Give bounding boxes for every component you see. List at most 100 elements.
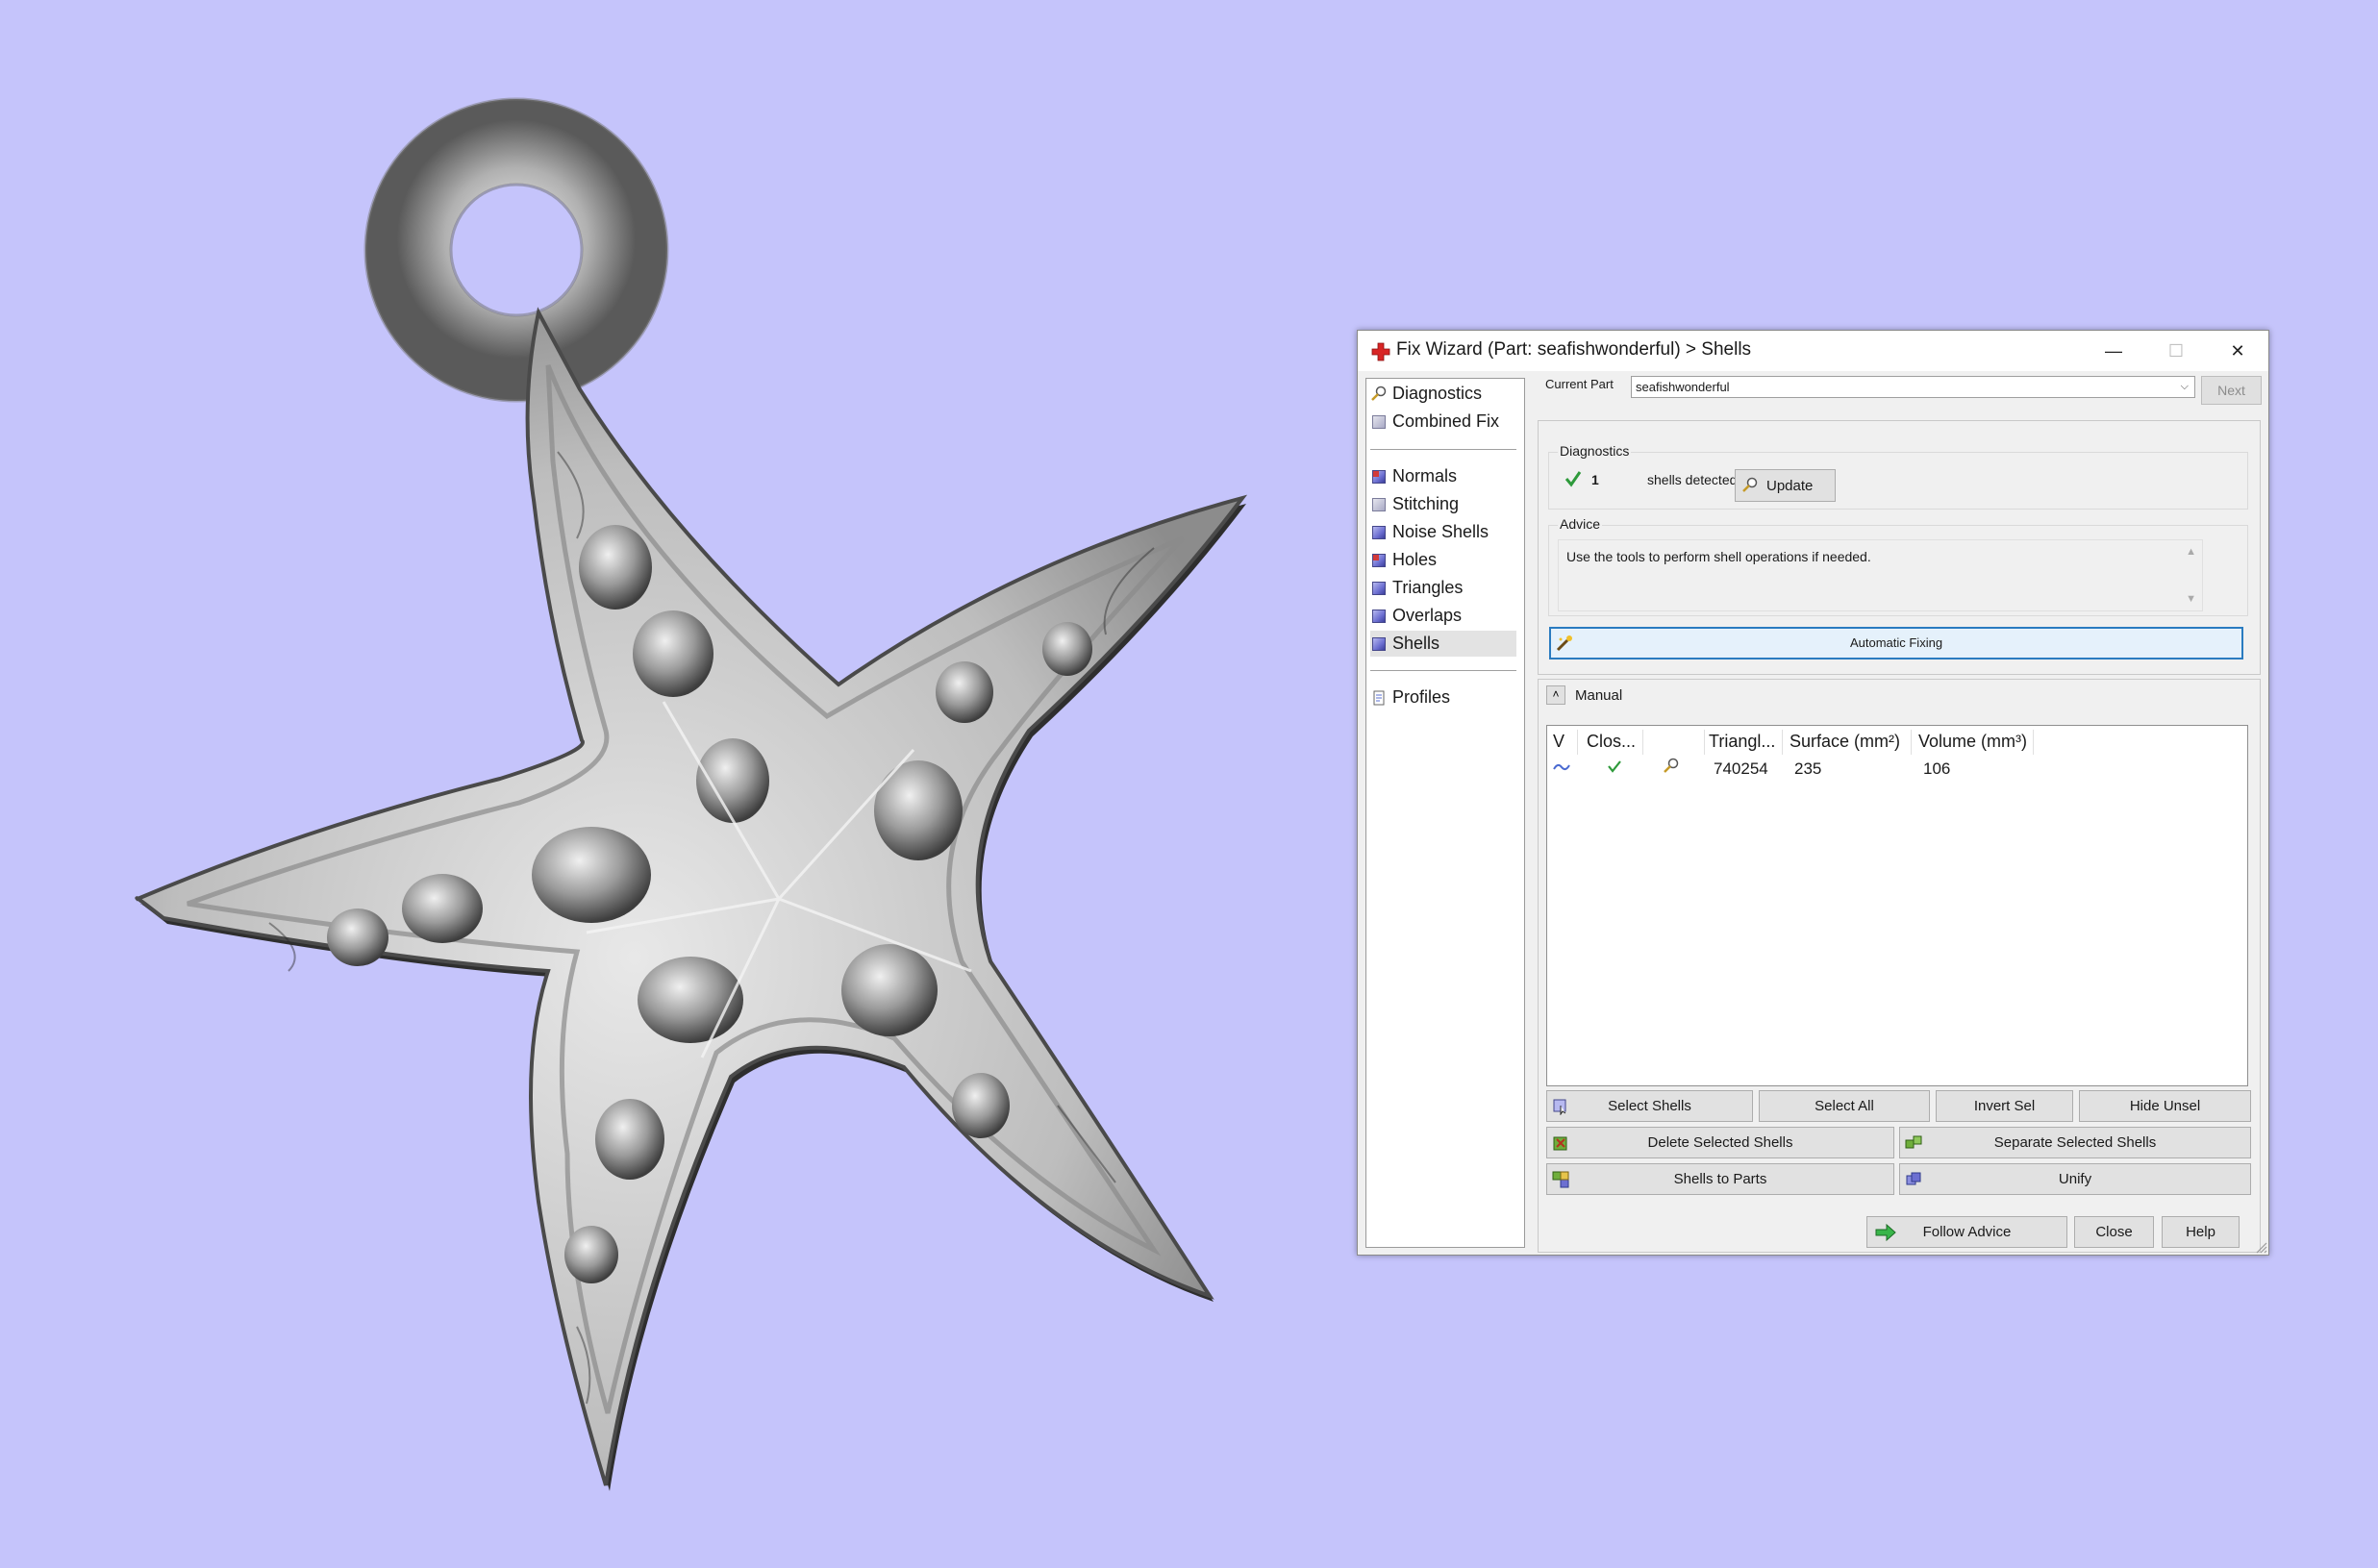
eye-icon[interactable] <box>1553 760 1570 774</box>
window-title: Fix Wizard (Part: seafishwonderful) > Sh… <box>1396 339 1752 360</box>
hide-unsel-button[interactable]: Hide Unsel <box>2079 1090 2251 1122</box>
surface-value: 235 <box>1794 759 1822 778</box>
separate-shells-icon <box>1905 1135 1922 1148</box>
nav-label: Stitching <box>1392 494 1460 513</box>
unify-button[interactable]: Unify <box>1899 1163 2251 1195</box>
automatic-fixing-button[interactable]: Automatic Fixing <box>1549 627 2243 660</box>
separate-selected-shells-button[interactable]: Separate Selected Shells <box>1899 1127 2251 1158</box>
starfish-pendant-model[interactable] <box>135 97 1248 1491</box>
select-all-button[interactable]: Select All <box>1759 1090 1930 1122</box>
advice-text-box[interactable]: Use the tools to perform shell operation… <box>1558 539 2203 611</box>
diagnostics-status-text: shells detected <box>1647 472 1738 487</box>
maximize-icon: ☐ <box>2167 340 2185 361</box>
close-label: Close <box>2095 1224 2133 1240</box>
title-bar[interactable]: Fix Wizard (Part: seafishwonderful) > Sh… <box>1358 331 2268 371</box>
nav-label: Combined Fix <box>1392 411 1500 431</box>
close-window-button[interactable]: ✕ <box>2208 331 2267 371</box>
zoom-to-shell-icon[interactable] <box>1663 758 1680 775</box>
nav-item-shells[interactable]: Shells <box>1370 631 1516 657</box>
select-shells-label: Select Shells <box>1608 1098 1691 1114</box>
triangles-cube-icon <box>1370 580 1388 597</box>
invert-sel-button[interactable]: Invert Sel <box>1936 1090 2073 1122</box>
shells-to-parts-label: Shells to Parts <box>1673 1171 1767 1187</box>
magnifier-icon <box>1742 477 1758 492</box>
cube-icon <box>1370 413 1388 431</box>
table-row[interactable]: 740254 235 106 <box>1547 757 2247 784</box>
nav-label: Shells <box>1392 634 1440 653</box>
column-separator <box>1642 730 1643 755</box>
hide-unsel-label: Hide Unsel <box>2129 1098 2201 1114</box>
nav-item-noise-shells[interactable]: Noise Shells <box>1370 519 1516 545</box>
nav-item-diagnostics[interactable]: Diagnostics <box>1370 381 1516 407</box>
select-shells-button[interactable]: Select Shells <box>1546 1090 1753 1122</box>
nav-divider <box>1370 670 1516 671</box>
wizard-nav-panel: Diagnostics Combined Fix Normals Stitchi… <box>1365 378 1525 1248</box>
column-separator <box>1911 730 1912 755</box>
pendant-loop <box>365 99 667 401</box>
stitching-cube-icon <box>1370 496 1388 513</box>
help-label: Help <box>2186 1224 2215 1240</box>
chevron-down-icon: ⌵ <box>2180 381 2189 392</box>
current-part-dropdown[interactable]: seafishwonderful ⌵ <box>1631 376 2195 398</box>
scroll-down-icon[interactable]: ▼ <box>2186 593 2196 605</box>
update-button[interactable]: Update <box>1735 469 1836 502</box>
nav-item-combined-fix[interactable]: Combined Fix <box>1370 409 1516 435</box>
nav-label: Holes <box>1392 550 1438 569</box>
chevron-up-icon: ˄ <box>1552 687 1560 701</box>
checkmark-icon <box>1564 471 1582 487</box>
column-header-closed[interactable]: Clos... <box>1587 732 1636 752</box>
next-button[interactable]: Next <box>2201 376 2262 405</box>
magic-wand-icon <box>1556 635 1572 652</box>
maximize-button[interactable]: ☐ <box>2146 331 2206 371</box>
manual-label: Manual <box>1575 687 1623 704</box>
holes-cube-icon <box>1370 552 1388 569</box>
nav-label: Diagnostics <box>1392 384 1483 403</box>
minimize-icon: — <box>2105 340 2122 361</box>
collapse-manual-button[interactable]: ˄ <box>1546 685 1565 705</box>
column-header-visible[interactable]: V <box>1553 732 1564 752</box>
current-part-value: seafishwonderful <box>1636 380 1730 394</box>
minimize-button[interactable]: — <box>2084 331 2143 371</box>
invert-sel-label: Invert Sel <box>1973 1098 2036 1114</box>
column-separator <box>1577 730 1578 755</box>
nav-item-triangles[interactable]: Triangles <box>1370 575 1516 601</box>
unify-label: Unify <box>2058 1171 2092 1187</box>
shells-table[interactable]: V Clos... Triangl... Surface (mm²) Volum… <box>1546 725 2248 1086</box>
nav-item-stitching[interactable]: Stitching <box>1370 491 1516 517</box>
nav-label: Profiles <box>1392 687 1451 707</box>
green-arrow-icon <box>1875 1223 1896 1241</box>
nav-item-profiles[interactable]: Profiles <box>1370 684 1516 710</box>
nav-label: Triangles <box>1392 578 1464 597</box>
column-separator <box>1704 730 1705 755</box>
separate-selected-shells-label: Separate Selected Shells <box>1993 1134 2157 1151</box>
help-button[interactable]: Help <box>2162 1216 2240 1248</box>
select-shells-icon <box>1553 1099 1566 1115</box>
scroll-up-icon[interactable]: ▲ <box>2186 546 2196 558</box>
shells-to-parts-icon <box>1552 1171 1569 1187</box>
nav-divider <box>1370 449 1516 450</box>
magnifier-icon <box>1371 386 1387 401</box>
column-header-volume[interactable]: Volume (mm³) <box>1918 732 2027 752</box>
nav-item-normals[interactable]: Normals <box>1370 463 1516 489</box>
select-all-label: Select All <box>1815 1098 1874 1114</box>
delete-selected-shells-button[interactable]: Delete Selected Shells <box>1546 1127 1894 1158</box>
column-header-triangles[interactable]: Triangl... <box>1709 732 1775 752</box>
close-button[interactable]: Close <box>2074 1216 2154 1248</box>
document-icon <box>1373 690 1385 705</box>
shells-to-parts-button[interactable]: Shells to Parts <box>1546 1163 1894 1195</box>
nav-item-holes[interactable]: Holes <box>1370 547 1516 573</box>
nav-label: Noise Shells <box>1392 522 1489 541</box>
update-label: Update <box>1766 477 1814 494</box>
automatic-fixing-label: Automatic Fixing <box>1849 635 1943 650</box>
follow-advice-button[interactable]: Follow Advice <box>1866 1216 2067 1248</box>
closed-check-icon <box>1608 760 1621 773</box>
column-header-surface[interactable]: Surface (mm²) <box>1790 732 1900 752</box>
red-cross-icon <box>1371 342 1390 361</box>
triangles-value: 740254 <box>1714 759 1768 778</box>
fix-wizard-dialog: Fix Wizard (Part: seafishwonderful) > Sh… <box>1357 330 2269 1256</box>
nav-item-overlaps[interactable]: Overlaps <box>1370 603 1516 629</box>
column-separator <box>1782 730 1783 755</box>
diagnostics-group-label: Diagnostics <box>1558 443 1632 459</box>
close-icon: ✕ <box>2230 340 2245 361</box>
resize-grip-icon[interactable] <box>2254 1240 2267 1254</box>
